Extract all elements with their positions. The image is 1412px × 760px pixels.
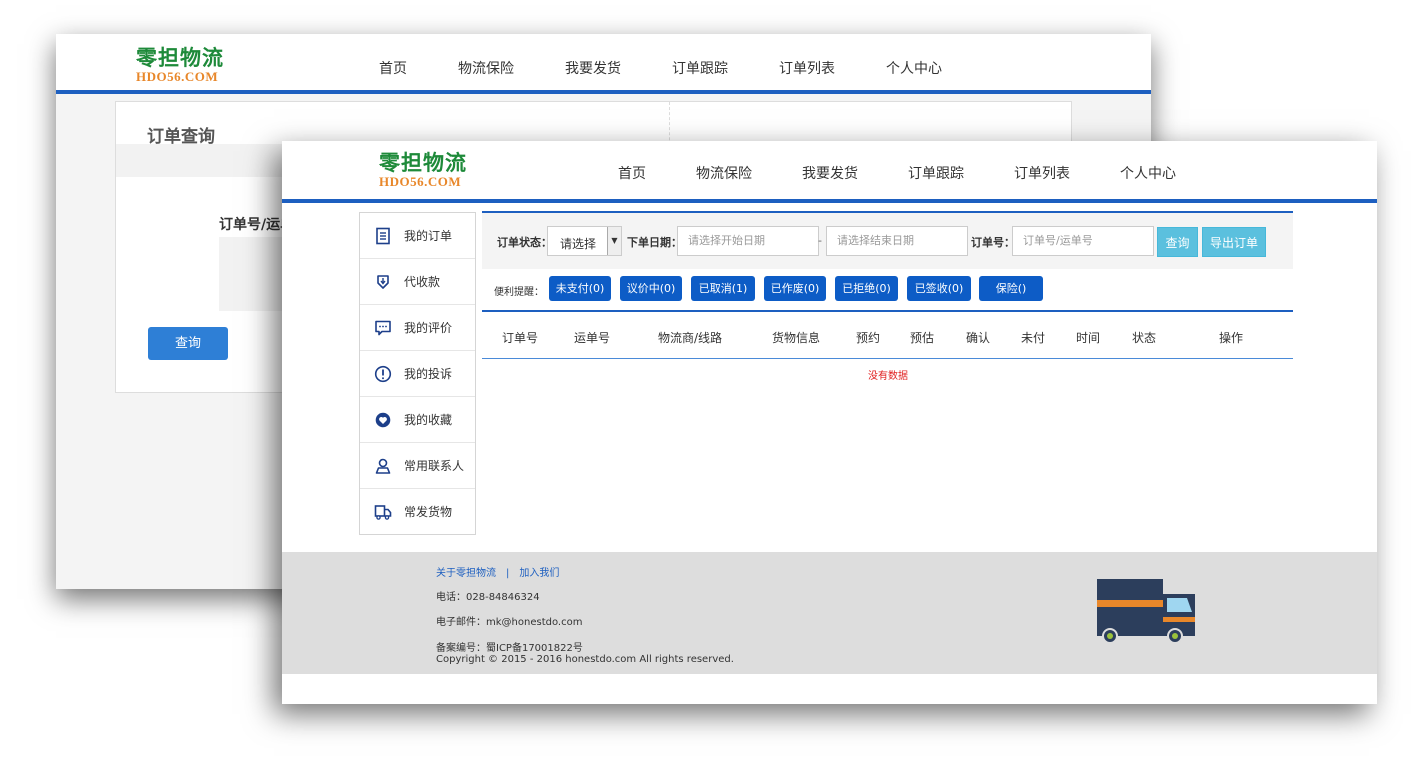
nav-insurance[interactable]: 物流保险 (696, 163, 752, 183)
sidebar-item-favorites[interactable]: 我的收藏 (360, 397, 475, 443)
sidebar-item-collection[interactable]: 代收款 (360, 259, 475, 305)
logo[interactable]: 零担物流 HDO56.COM (136, 46, 224, 84)
col-status: 状态 (1132, 331, 1157, 345)
heart-icon (375, 412, 391, 427)
col-confirm: 确认 (966, 331, 991, 345)
col-estimate: 预估 (910, 331, 935, 345)
sidebar-item-label: 我的收藏 (404, 413, 453, 427)
status-label: 订单状态： (497, 236, 552, 249)
chevron-down-icon: ▼ (607, 227, 621, 255)
sidebar-item-label: 我的订单 (404, 229, 453, 243)
logo-cn: 零担物流 (136, 45, 224, 70)
footer-icp: 备案编号：蜀ICP备17001822号 (436, 643, 583, 654)
footer: 关于零担物流 | 加入我们 电话：028-84846324 电子邮件：mk@hone… (282, 552, 1377, 674)
filter-bar: 订单状态： 请选择 ▼ 下单日期： 请选择开始日期 - 请选择结束日期 订单号：… (482, 211, 1293, 269)
query-button[interactable]: 查询 (148, 327, 228, 360)
sidebar-item-label: 常发货物 (404, 505, 453, 519)
end-date-input[interactable]: 请选择结束日期 (826, 226, 968, 256)
sidebar-item-frequent-goods[interactable]: 常发货物 (360, 489, 475, 534)
list-icon (376, 227, 390, 244)
sidebar-item-label: 我的投诉 (404, 367, 453, 381)
col-booking: 预约 (856, 331, 881, 345)
search-button[interactable]: 查询 (1157, 227, 1198, 257)
header-bar (282, 199, 1377, 203)
truck-icon (374, 504, 392, 520)
table-header: 订单号 运单号 物流商/线路 货物信息 预约 预估 确认 未付 时间 状态 操作 (482, 310, 1293, 359)
nav-order-list[interactable]: 订单列表 (779, 58, 835, 78)
nav-ship[interactable]: 我要发货 (565, 58, 621, 78)
logo[interactable]: 零担物流 HDO56.COM (379, 151, 467, 189)
sidebar-item-reviews[interactable]: 我的评价 (360, 305, 475, 351)
sidebar-item-label: 代收款 (404, 275, 441, 289)
col-goods-info: 货物信息 (772, 331, 821, 345)
quick-label: 便利提醒： (494, 287, 544, 298)
cancelled-button[interactable]: 已取消(1) (691, 276, 755, 301)
col-actions: 操作 (1219, 331, 1244, 345)
join-link[interactable]: 加入我们 (519, 568, 559, 579)
status-select[interactable]: 请选择 ▼ (547, 226, 622, 256)
order-label: 订单号： (971, 236, 1015, 249)
sidebar-item-my-orders[interactable]: 我的订单 (360, 213, 475, 259)
date-separator: - (818, 234, 822, 247)
insurance-button[interactable]: 保险() (979, 276, 1043, 301)
alert-icon (374, 365, 392, 382)
front-window: 零担物流 HDO56.COM 首页 物流保险 我要发货 订单跟踪 订单列表 个人… (282, 141, 1377, 704)
nav-home[interactable]: 首页 (618, 163, 646, 183)
sidebar-item-label: 我的评价 (404, 321, 453, 335)
delivery-truck-icon (1097, 579, 1195, 644)
footer-email: 电子邮件：mk@honestdo.com (436, 617, 583, 628)
download-icon (377, 274, 389, 289)
header: 零担物流 HDO56.COM 首页 物流保险 我要发货 订单跟踪 订单列表 个人… (282, 141, 1377, 203)
quick-reminders: 便利提醒： 未支付(0) 议价中(0) 已取消(1) 已作废(0) 已拒绝(0)… (482, 271, 1293, 307)
sidebar: 我的订单 代收款 我的评价 我的投诉 我的收藏 常用联系人 常发货物 (359, 212, 476, 535)
nav-home[interactable]: 首页 (379, 58, 407, 78)
date-label: 下单日期： (627, 236, 682, 249)
logo-en: HDO56.COM (379, 174, 462, 189)
nav-profile[interactable]: 个人中心 (886, 58, 942, 78)
nav-ship[interactable]: 我要发货 (802, 163, 858, 183)
col-order-no: 订单号 (502, 331, 539, 345)
logo-cn: 零担物流 (379, 150, 467, 175)
voided-button[interactable]: 已作废(0) (764, 276, 826, 301)
unpaid-button[interactable]: 未支付(0) (549, 276, 611, 301)
footer-phone: 电话：028-84846324 (436, 592, 540, 603)
col-carrier-route: 物流商/线路 (658, 331, 723, 345)
empty-message: 没有数据 (868, 371, 908, 382)
export-orders-button[interactable]: 导出订单 (1202, 227, 1266, 257)
nav-insurance[interactable]: 物流保险 (458, 58, 514, 78)
col-time: 时间 (1076, 331, 1101, 345)
main-nav: 首页 物流保险 我要发货 订单跟踪 订单列表 个人中心 (618, 163, 1226, 183)
footer-links: 关于零担物流 | 加入我们 (436, 564, 559, 579)
sidebar-item-label: 常用联系人 (404, 459, 465, 473)
nav-tracking[interactable]: 订单跟踪 (672, 58, 728, 78)
order-number-input[interactable]: 订单号/运单号 (1012, 226, 1154, 256)
sidebar-item-complaints[interactable]: 我的投诉 (360, 351, 475, 397)
nav-profile[interactable]: 个人中心 (1120, 163, 1176, 183)
nav-tracking[interactable]: 订单跟踪 (908, 163, 964, 183)
comment-icon (375, 320, 391, 335)
footer-copyright: Copyright © 2015 - 2016 honestdo.com All… (436, 654, 734, 665)
start-date-input[interactable]: 请选择开始日期 (677, 226, 819, 256)
col-unpaid: 未付 (1021, 331, 1046, 345)
sidebar-item-contacts[interactable]: 常用联系人 (360, 443, 475, 489)
negotiating-button[interactable]: 议价中(0) (620, 276, 682, 301)
header: 零担物流 HDO56.COM 首页 物流保险 我要发货 订单跟踪 订单列表 个人… (56, 34, 1151, 94)
col-waybill-no: 运单号 (574, 331, 611, 345)
rejected-button[interactable]: 已拒绝(0) (835, 276, 898, 301)
signed-button[interactable]: 已签收(0) (907, 276, 971, 301)
logo-en: HDO56.COM (136, 69, 219, 84)
about-link[interactable]: 关于零担物流 (436, 568, 496, 579)
link-separator: | (506, 568, 510, 579)
header-bar (56, 90, 1151, 94)
main-nav: 首页 物流保险 我要发货 订单跟踪 订单列表 个人中心 (379, 58, 993, 78)
nav-order-list[interactable]: 订单列表 (1014, 163, 1070, 183)
person-icon (375, 458, 391, 474)
status-select-value: 请选择 (560, 237, 597, 251)
